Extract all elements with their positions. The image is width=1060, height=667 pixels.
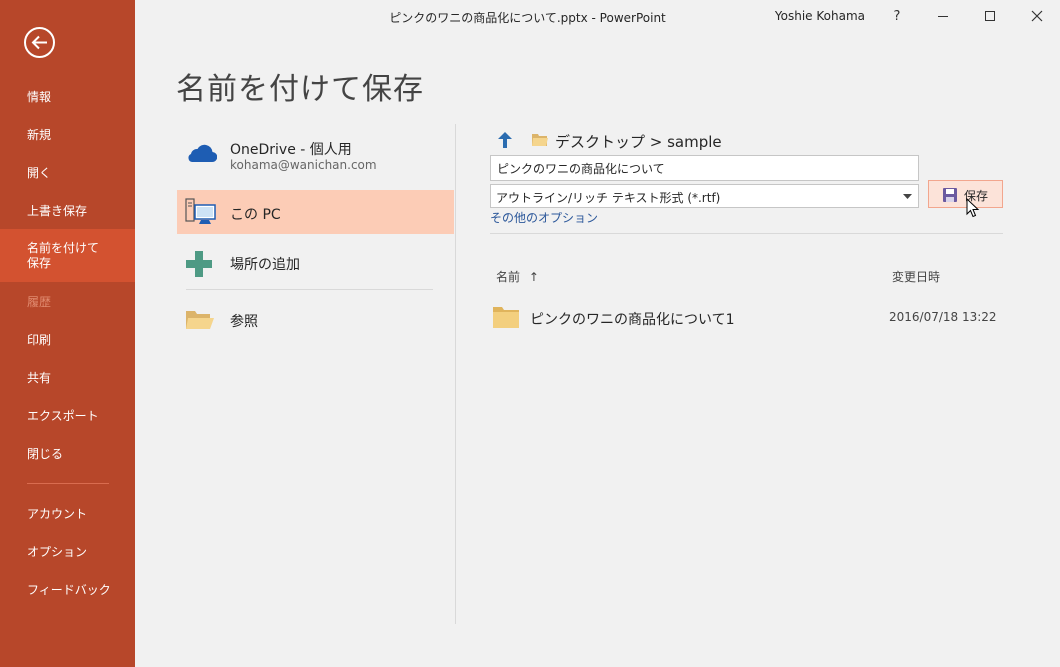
nav-info[interactable]: 情報 xyxy=(0,77,135,115)
arrow-up-icon xyxy=(498,132,512,148)
nav-save-as[interactable]: 名前を付けて 保存 xyxy=(0,229,135,282)
file-row[interactable]: ピンクのワニの商品化について1 2016/07/18 13:22 xyxy=(490,300,1003,336)
maximize-icon xyxy=(985,11,995,21)
title-bar: ピンクのワニの商品化について.pptx - PowerPoint Yoshie … xyxy=(135,0,1060,32)
backstage-nav: 情報 新規 開く 上書き保存 名前を付けて 保存 履歴 印刷 共有 エクスポート… xyxy=(0,0,135,667)
place-add-location-label: 場所の追加 xyxy=(230,257,300,273)
place-onedrive-label: OneDrive - 個人用 xyxy=(230,142,352,158)
back-button[interactable] xyxy=(24,27,55,58)
onedrive-cloud-icon xyxy=(188,144,217,163)
file-modified-date: 2016/07/18 13:22 xyxy=(889,310,997,324)
page-title: 名前を付けて保存 xyxy=(176,72,424,107)
up-folder-button[interactable] xyxy=(497,131,513,153)
computer-icon xyxy=(185,198,216,224)
mouse-cursor-icon xyxy=(966,198,980,218)
nav-history: 履歴 xyxy=(27,294,52,309)
close-icon xyxy=(1031,10,1043,22)
minimize-button[interactable] xyxy=(920,0,966,32)
sort-ascending-icon: ↑ xyxy=(528,270,539,284)
filetype-value: アウトライン/リッチ テキスト形式 (*.rtf) xyxy=(496,191,721,205)
nav-open[interactable]: 開く xyxy=(0,153,135,191)
file-list-divider xyxy=(490,233,1003,234)
place-this-pc[interactable]: この PC xyxy=(177,190,454,234)
places-divider xyxy=(186,289,433,290)
minimize-icon xyxy=(938,16,948,17)
help-button[interactable]: ? xyxy=(874,0,920,32)
open-folder-icon xyxy=(186,311,214,329)
dropdown-arrow-icon xyxy=(903,194,912,199)
nav-new[interactable]: 新規 xyxy=(0,115,135,153)
save-disk-icon xyxy=(943,188,957,202)
close-button[interactable] xyxy=(1014,0,1060,32)
column-divider xyxy=(455,124,456,624)
column-header-name[interactable]: 名前 ↑ xyxy=(496,268,539,285)
place-this-pc-label: この PC xyxy=(230,207,281,223)
column-header-name-label: 名前 xyxy=(496,270,521,284)
user-account-name[interactable]: Yoshie Kohama xyxy=(775,9,865,23)
nav-account[interactable]: アカウント xyxy=(0,494,135,532)
folder-icon xyxy=(532,134,548,146)
more-options-link[interactable]: その他のオプション xyxy=(490,209,598,226)
nav-print[interactable]: 印刷 xyxy=(0,320,135,358)
nav-feedback[interactable]: フィードバック xyxy=(0,570,135,608)
place-browse-label: 参照 xyxy=(230,314,258,330)
nav-close[interactable]: 閉じる xyxy=(0,434,135,472)
maximize-button[interactable] xyxy=(967,0,1013,32)
place-onedrive-account: kohama@wanichan.com xyxy=(230,158,377,172)
file-name: ピンクのワニの商品化について1 xyxy=(530,312,735,328)
place-onedrive[interactable]: OneDrive - 個人用 kohama@wanichan.com xyxy=(177,130,454,180)
nav-export[interactable]: エクスポート xyxy=(0,396,135,434)
filetype-dropdown[interactable]: アウトライン/リッチ テキスト形式 (*.rtf) xyxy=(490,184,919,208)
back-arrow-icon xyxy=(31,35,47,50)
column-header-modified[interactable]: 変更日時 xyxy=(892,268,940,285)
folder-icon xyxy=(493,307,519,328)
nav-divider xyxy=(27,483,109,484)
nav-options[interactable]: オプション xyxy=(0,532,135,570)
breadcrumb-path[interactable]: デスクトップ > sample xyxy=(555,131,722,152)
place-browse[interactable]: 参照 xyxy=(177,298,454,342)
place-add-location[interactable]: 場所の追加 xyxy=(177,241,454,285)
nav-share[interactable]: 共有 xyxy=(0,358,135,396)
plus-icon xyxy=(186,251,212,277)
nav-save[interactable]: 上書き保存 xyxy=(0,191,135,229)
filename-input[interactable] xyxy=(490,155,919,181)
